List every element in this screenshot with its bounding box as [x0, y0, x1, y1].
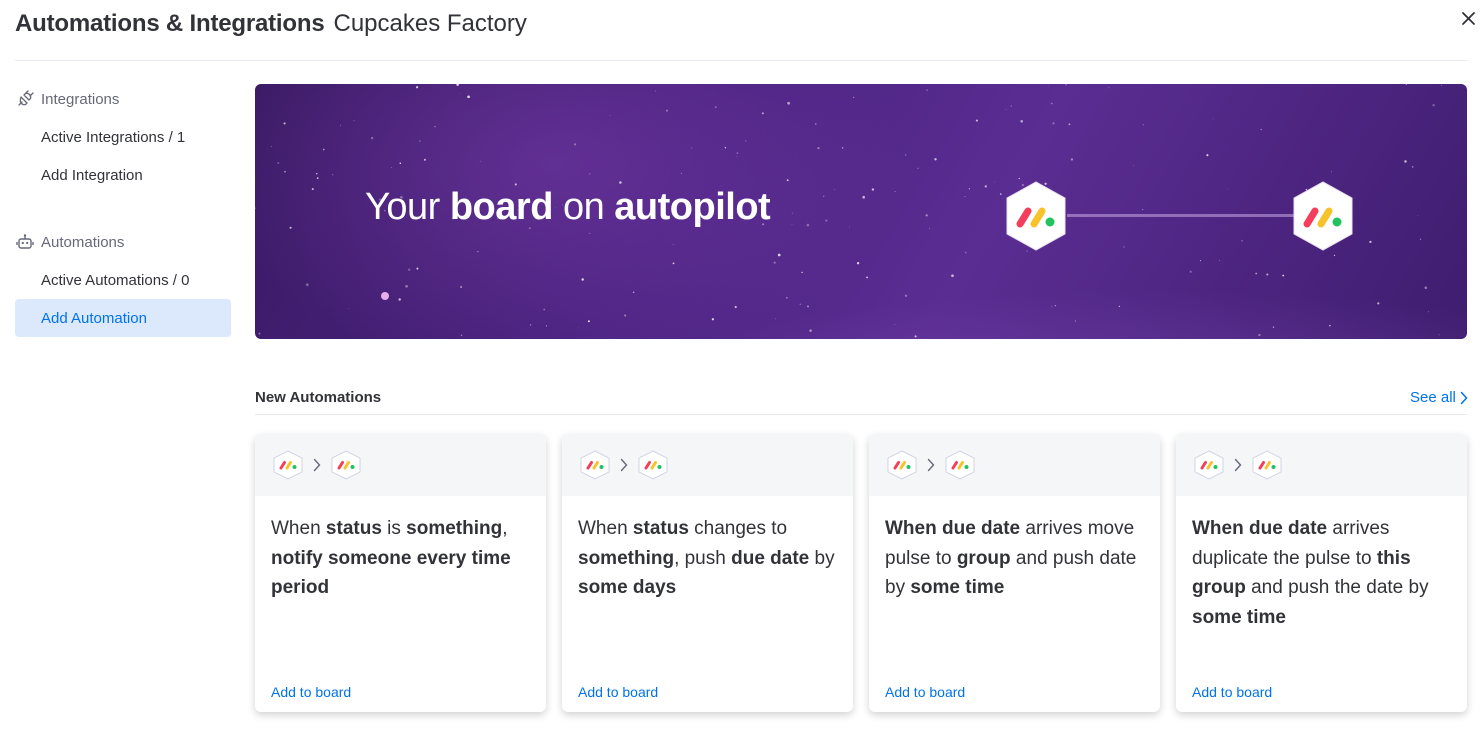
card-recipe-icons: [255, 434, 546, 496]
close-icon: [1462, 12, 1475, 25]
sidebar: Integrations Active Integrations / 1 Add…: [15, 80, 231, 337]
monday-logo-icon: [271, 450, 305, 480]
section-divider: [255, 414, 1467, 415]
close-button[interactable]: [1458, 8, 1480, 30]
monday-logo-icon: [943, 450, 977, 480]
automation-card-4[interactable]: When due date arrives duplicate the puls…: [1176, 434, 1467, 712]
sidebar-item-add-integration[interactable]: Add Integration: [15, 156, 231, 194]
sidebar-item-add-automation[interactable]: Add Automation: [15, 299, 231, 337]
sidebar-section-integrations: Integrations: [15, 80, 231, 118]
monday-logo-icon: [1290, 180, 1356, 252]
autopilot-banner: Your board on autopilot: [255, 84, 1467, 339]
sidebar-section-label: Integrations: [41, 90, 120, 108]
card-description: When status changes to something, push d…: [578, 518, 835, 598]
automation-card-2[interactable]: When status changes to something, push d…: [562, 434, 853, 712]
monday-logo-icon: [1003, 180, 1069, 252]
board-name: Cupcakes Factory: [333, 10, 527, 37]
sidebar-item-active-integrations[interactable]: Active Integrations / 1: [15, 118, 231, 156]
monday-logo-icon: [1250, 450, 1284, 480]
header-divider: [15, 60, 1467, 61]
chevron-right-icon: [1226, 450, 1250, 480]
monday-logo-icon: [1192, 450, 1226, 480]
see-all-link[interactable]: See all: [1410, 389, 1468, 406]
page-title: Automations & Integrations: [15, 10, 325, 37]
chevron-right-icon: [612, 450, 636, 480]
sidebar-item-active-automations[interactable]: Active Automations / 0: [15, 261, 231, 299]
automation-card-1[interactable]: When status is something, notify someone…: [255, 434, 546, 712]
chevron-right-icon: [919, 450, 943, 480]
add-to-board-link[interactable]: Add to board: [578, 684, 658, 700]
monday-logo-icon: [885, 450, 919, 480]
card-recipe-icons: [1176, 434, 1467, 496]
monday-logo-icon: [578, 450, 612, 480]
banner-headline: Your board on autopilot: [365, 186, 771, 228]
modal-header: Automations & Integrations Cupcakes Fact…: [15, 10, 527, 42]
add-to-board-link[interactable]: Add to board: [885, 684, 965, 700]
sidebar-section-label: Automations: [41, 233, 125, 251]
card-recipe-icons: [562, 434, 853, 496]
card-description: When status is something, notify someone…: [271, 518, 511, 598]
new-automations-title: New Automations: [255, 389, 382, 406]
card-recipe-icons: [869, 434, 1160, 496]
card-description: When due date arrives duplicate the puls…: [1192, 518, 1429, 628]
monday-logo-icon: [636, 450, 670, 480]
card-description: When due date arrives move pulse to grou…: [885, 518, 1137, 598]
chevron-right-icon: [1460, 391, 1468, 405]
plug-icon: [15, 89, 35, 109]
add-to-board-link[interactable]: Add to board: [1192, 684, 1272, 700]
add-to-board-link[interactable]: Add to board: [271, 684, 351, 700]
monday-logo-icon: [329, 450, 363, 480]
sidebar-section-automations: Automations: [15, 223, 231, 261]
automation-card-3[interactable]: When due date arrives move pulse to grou…: [869, 434, 1160, 712]
connector-line: [1067, 214, 1295, 217]
robot-icon: [15, 232, 35, 252]
chevron-right-icon: [305, 450, 329, 480]
